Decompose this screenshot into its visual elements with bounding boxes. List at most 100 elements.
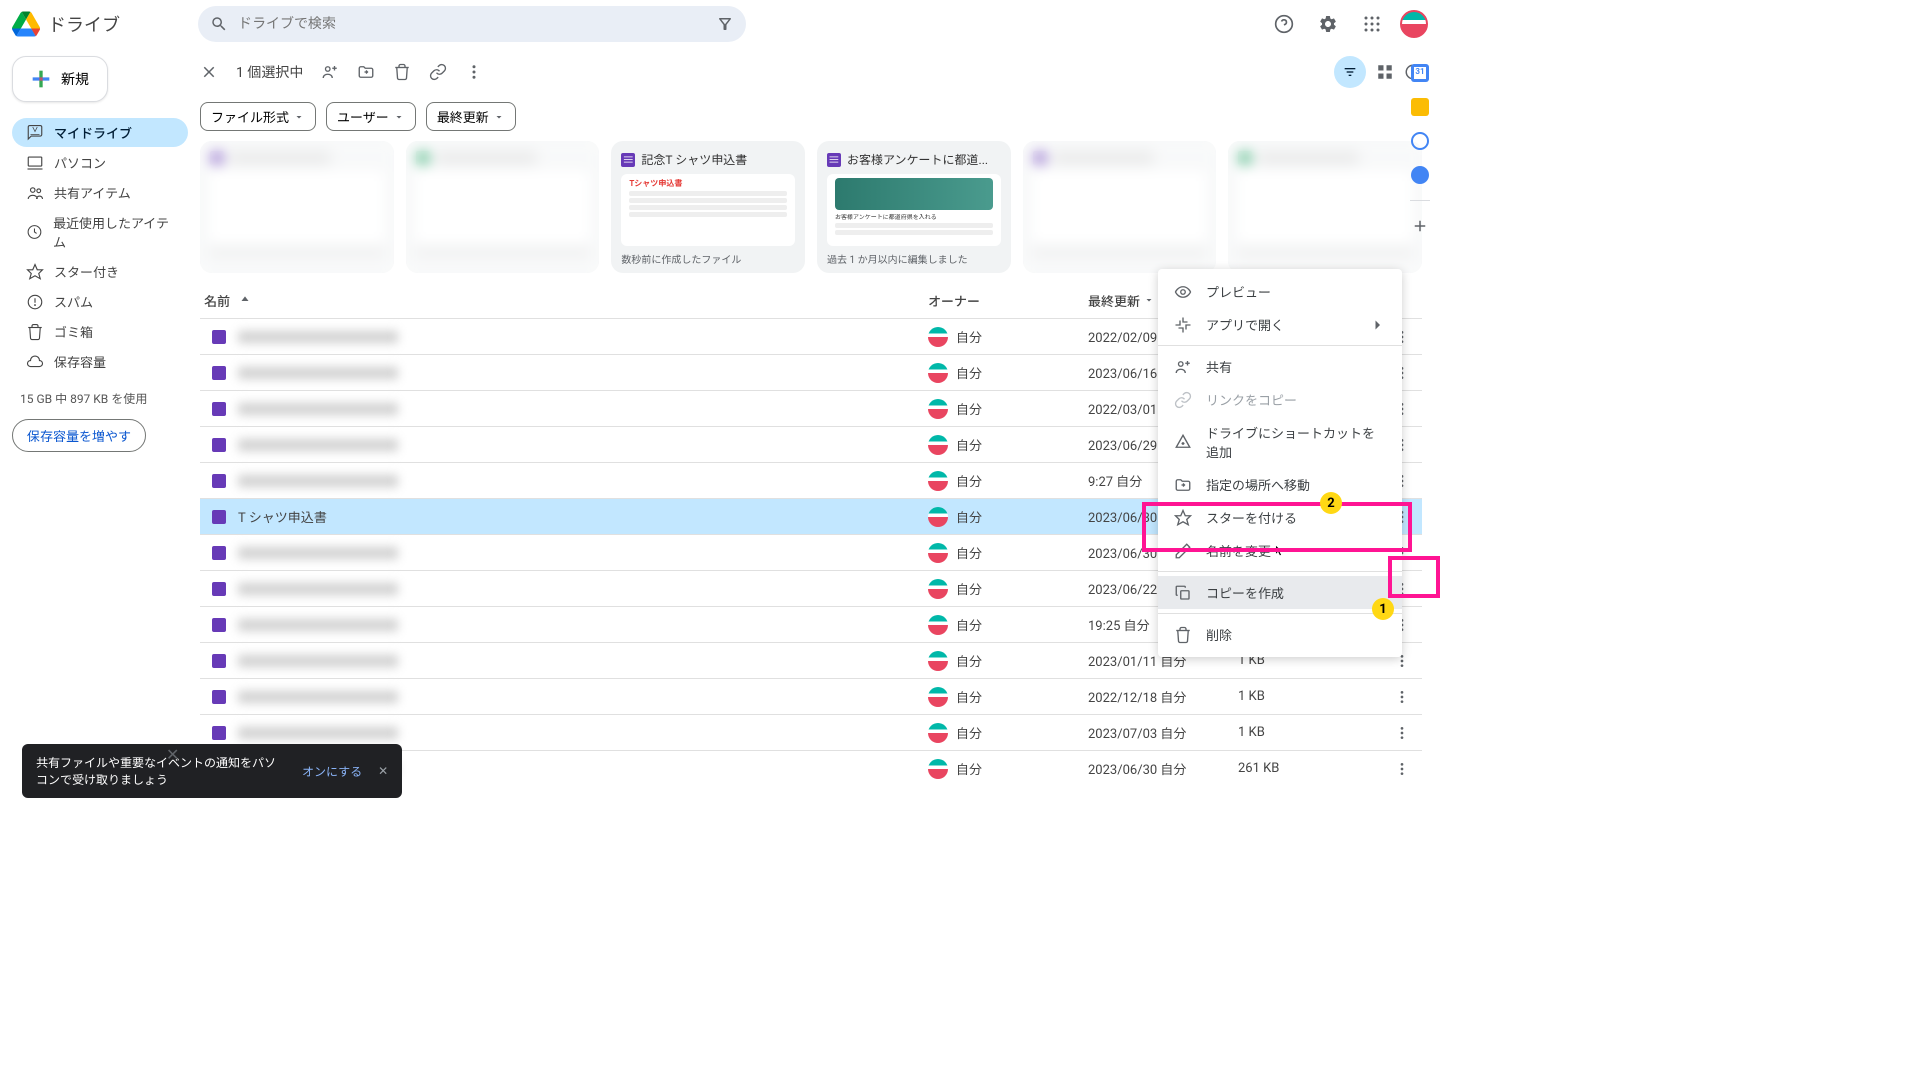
search-options-icon[interactable] [716, 15, 734, 33]
menu-make-copy[interactable]: コピーを作成 [1158, 576, 1402, 609]
owner-avatar [928, 723, 948, 743]
owner-avatar [928, 615, 948, 635]
owner-avatar [928, 327, 948, 347]
file-type-icon [212, 690, 226, 704]
contacts-icon[interactable] [1411, 166, 1429, 184]
owner-text: 自分 [956, 363, 982, 382]
suggestion-card[interactable] [406, 141, 600, 273]
share-icon[interactable] [321, 63, 339, 81]
owner-text: 自分 [956, 651, 982, 670]
search-input[interactable] [238, 16, 706, 32]
owner-avatar [928, 471, 948, 491]
header-name[interactable]: 名前 [204, 291, 230, 310]
file-type-icon [212, 582, 226, 596]
sidebar-item-starred[interactable]: スター付き [12, 257, 188, 286]
close-selection-icon[interactable] [200, 63, 218, 81]
user-avatar[interactable] [1400, 10, 1428, 38]
sidebar-item-mydrive[interactable]: マイドライブ [12, 118, 188, 147]
tasks-icon[interactable] [1411, 132, 1429, 150]
storage-text: 15 GB 中 897 KB を使用 [12, 390, 188, 407]
owner-avatar [928, 759, 948, 779]
owner-avatar [928, 651, 948, 671]
help-icon[interactable] [1268, 8, 1300, 40]
settings-icon[interactable] [1312, 8, 1344, 40]
filter-user[interactable]: ユーザー [326, 102, 416, 131]
menu-open-with[interactable]: アプリで開く [1158, 308, 1402, 341]
content: 1 個選択中 ファイル形式 ユーザー 最終更新 ≡記念T シャツ申込書 Tシャツ… [200, 48, 1440, 816]
suggestion-card[interactable] [1228, 141, 1422, 273]
toast-message: 共有ファイルや重要なイベントの通知をパソコンで受け取りましょう [36, 754, 286, 788]
new-button[interactable]: 新規 [12, 56, 108, 102]
file-type-icon [212, 474, 226, 488]
calendar-icon[interactable]: 31 [1411, 64, 1429, 82]
owner-text: 自分 [956, 759, 982, 778]
file-row[interactable]: 自分 2022/12/18 自分 1 KB [200, 678, 1422, 714]
filter-toggle[interactable] [1334, 56, 1366, 88]
size-text: 1 KB [1238, 725, 1382, 740]
sidebar-item-shared[interactable]: 共有アイテム [12, 178, 188, 207]
menu-move[interactable]: 指定の場所へ移動 [1158, 468, 1402, 501]
badge-2: 2 [1320, 492, 1342, 514]
more-icon[interactable] [465, 63, 483, 81]
owner-text: 自分 [956, 579, 982, 598]
row-more-button[interactable] [1390, 757, 1414, 781]
suggestion-card[interactable]: ≡お客様アンケートに都道... お客様アンケートに都道府県を入れる 過去 1 か… [817, 141, 1011, 273]
menu-copy-link: リンクをコピー [1158, 383, 1402, 416]
selection-toolbar: 1 個選択中 [200, 48, 1422, 96]
owner-text: 自分 [956, 471, 982, 490]
menu-star[interactable]: スターを付ける [1158, 501, 1402, 534]
sidebar-item-spam[interactable]: スパム [12, 287, 188, 316]
sort-asc-icon[interactable] [238, 294, 252, 308]
owner-text: 自分 [956, 399, 982, 418]
menu-preview[interactable]: プレビュー [1158, 275, 1402, 308]
filter-type[interactable]: ファイル形式 [200, 102, 316, 131]
sidebar-item-trash[interactable]: ゴミ箱 [12, 317, 188, 346]
menu-delete[interactable]: 削除 [1158, 618, 1402, 651]
updated-text: 2023/06/30 自分 [1088, 759, 1238, 778]
owner-avatar [928, 579, 948, 599]
suggestion-card[interactable] [200, 141, 394, 273]
menu-add-shortcut[interactable]: ドライブにショートカットを追加 [1158, 416, 1402, 468]
selected-count: 1 個選択中 [236, 62, 303, 82]
sidebar-item-storage[interactable]: 保存容量 [12, 347, 188, 376]
header-actions [1268, 8, 1428, 40]
notification-toast: 共有ファイルや重要なイベントの通知をパソコンで受け取りましょう オンにする ✕ [22, 744, 402, 798]
owner-text: 自分 [956, 687, 982, 706]
move-icon[interactable] [357, 63, 375, 81]
owner-avatar [928, 543, 948, 563]
toast-enable-button[interactable]: オンにする [302, 763, 362, 780]
search-bar[interactable] [198, 6, 746, 42]
filter-updated[interactable]: 最終更新 [426, 102, 516, 131]
file-type-icon [212, 726, 226, 740]
filter-chips: ファイル形式 ユーザー 最終更新 [200, 96, 1422, 141]
updated-text: 2023/07/03 自分 [1088, 723, 1238, 742]
row-more-button[interactable] [1390, 685, 1414, 709]
owner-avatar [928, 507, 948, 527]
row-more-button[interactable] [1390, 721, 1414, 745]
header-owner[interactable]: オーナー [928, 291, 1088, 310]
menu-share[interactable]: 共有 [1158, 350, 1402, 383]
search-icon [210, 15, 228, 33]
apps-icon[interactable] [1356, 8, 1388, 40]
plus-icon [31, 69, 51, 89]
sidebar-item-recent[interactable]: 最近使用したアイテム [12, 208, 188, 256]
suggestion-card[interactable] [1023, 141, 1217, 273]
sidebar-item-computers[interactable]: パソコン [12, 148, 188, 177]
owner-text: 自分 [956, 507, 982, 526]
upgrade-storage-button[interactable]: 保存容量を増やす [12, 419, 146, 452]
owner-text: 自分 [956, 615, 982, 634]
owner-avatar [928, 435, 948, 455]
suggestion-card[interactable]: ≡記念T シャツ申込書 Tシャツ申込書 数秒前に作成したファイル [611, 141, 805, 273]
keep-icon[interactable] [1411, 98, 1429, 116]
grid-view-icon[interactable] [1376, 63, 1394, 81]
menu-rename[interactable]: 名前を変更 [1158, 534, 1402, 567]
toast-close-icon[interactable]: ✕ [378, 764, 388, 778]
add-panel-icon[interactable] [1411, 217, 1429, 239]
logo[interactable]: ドライブ [12, 10, 198, 38]
delete-icon[interactable] [393, 63, 411, 81]
link-icon[interactable] [429, 63, 447, 81]
updated-text: 2022/12/18 自分 [1088, 687, 1238, 706]
file-name-text: T シャツ申込書 [238, 507, 327, 526]
close-notif-card-icon[interactable]: ✕ [166, 745, 179, 764]
drive-logo-icon [12, 10, 40, 38]
